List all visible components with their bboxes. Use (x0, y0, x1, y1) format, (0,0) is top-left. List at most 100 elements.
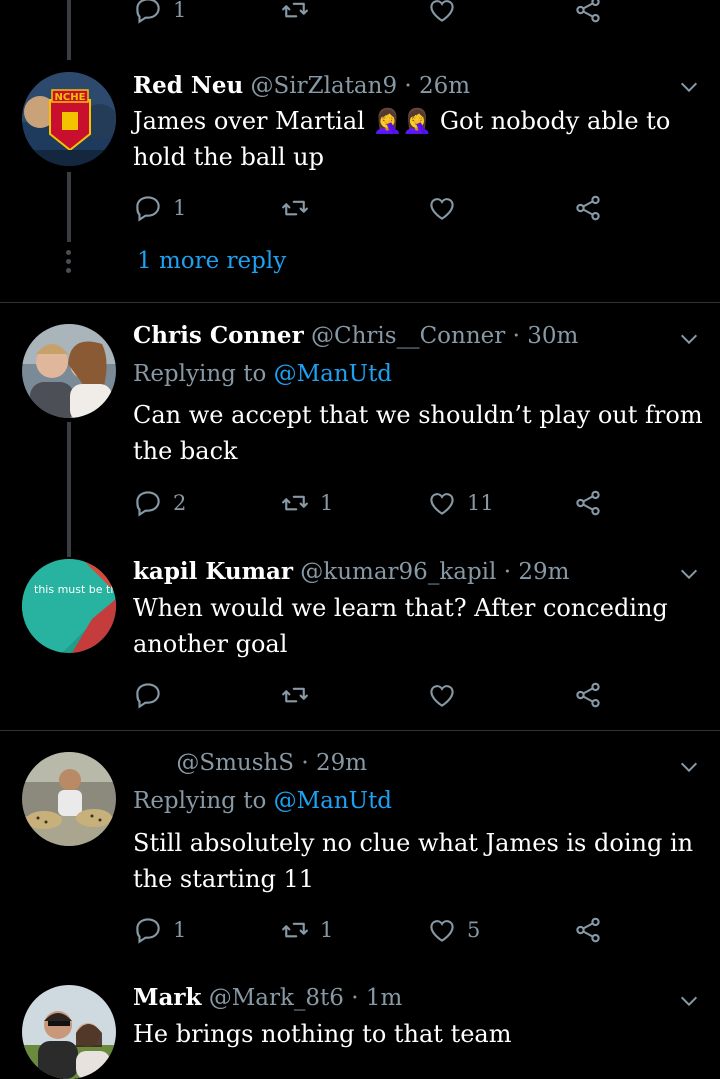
tweet-text: Can we accept that we shouldn’t play out… (133, 401, 703, 465)
retweet-button[interactable] (280, 677, 320, 713)
tweet-actions (133, 677, 613, 713)
chevron-down-icon[interactable] (678, 990, 700, 1012)
replying-to-handle[interactable]: @ManUtd (274, 788, 392, 814)
avatar[interactable] (22, 324, 116, 418)
share-icon (576, 682, 600, 708)
tweet-actions: 1 (133, 0, 613, 36)
separator-dot: · (404, 73, 412, 99)
like-button[interactable]: 11 (427, 485, 494, 521)
reply-icon (136, 196, 160, 222)
like-icon (430, 685, 454, 707)
like-count: 11 (467, 491, 494, 515)
username[interactable]: @Chris__Conner (311, 323, 505, 349)
thread-connector (67, 0, 71, 60)
share-button[interactable] (573, 912, 603, 948)
replying-to-label: Replying to (133, 788, 267, 814)
svg-text:NCHE: NCHE (55, 92, 86, 103)
tweet-header: kapil Kumar @kumar96_kapil · 29m (133, 558, 569, 585)
username[interactable]: @kumar96_kapil (300, 559, 496, 585)
separator-dot: · (301, 750, 309, 776)
tweet-text: He brings nothing to that team (133, 1020, 512, 1048)
reply-icon (136, 683, 160, 709)
avatar-text: this must be the place (34, 583, 116, 596)
username[interactable]: @Mark_8t6 (209, 985, 344, 1011)
replying-to: Replying to @ManUtd (133, 788, 392, 814)
retweet-count: 1 (320, 491, 334, 515)
username[interactable]: @SirZlatan9 (251, 73, 398, 99)
tweet-actions: 1 (133, 190, 613, 226)
reply-icon (136, 491, 160, 517)
retweet-icon (282, 200, 308, 216)
retweet-count: 1 (320, 918, 334, 942)
share-icon (576, 917, 600, 943)
replying-to-label: Replying to (133, 361, 267, 387)
separator-dot: · (512, 323, 520, 349)
reply-button[interactable]: 1 (133, 190, 186, 226)
retweet-button[interactable]: 1 (280, 485, 333, 521)
avatar[interactable] (22, 752, 116, 846)
avatar[interactable]: NCHE (22, 72, 116, 166)
reply-count: 1 (173, 0, 187, 22)
show-more-replies-link[interactable]: 1 more reply (137, 248, 286, 274)
like-icon (430, 493, 454, 515)
like-button[interactable] (427, 677, 467, 713)
reply-count: 1 (173, 918, 187, 942)
like-button[interactable] (427, 0, 457, 28)
share-icon (576, 0, 600, 23)
like-button[interactable]: 5 (427, 912, 480, 948)
avatar[interactable]: this must be the place (22, 559, 116, 653)
retweet-button[interactable]: 1 (280, 912, 333, 948)
timestamp[interactable]: 29m (316, 750, 367, 776)
separator-dot: · (503, 559, 512, 585)
reply-button[interactable] (133, 677, 173, 713)
avatar[interactable] (22, 985, 116, 1079)
timestamp[interactable]: 26m (419, 73, 470, 99)
retweet-icon (282, 922, 308, 938)
share-icon (576, 195, 600, 221)
divider (0, 302, 720, 303)
tweet-text: James over Martial 🤦‍♀️🤦‍♀️ Got nobody a… (133, 107, 671, 171)
tweet-header: @SmushS · 29m (133, 750, 367, 776)
reply-button[interactable]: 1 (133, 0, 186, 28)
reply-button[interactable]: 2 (133, 485, 186, 521)
reply-icon (136, 0, 160, 24)
username[interactable]: @SmushS (176, 750, 294, 776)
reply-icon (136, 918, 160, 944)
tweet-header: Mark @Mark_8t6 · 1m (133, 984, 402, 1011)
thread-connector (67, 172, 71, 242)
retweet-button[interactable] (280, 0, 310, 28)
like-icon (430, 920, 454, 942)
tweet-header: Red Neu @SirZlatan9 · 26m (133, 72, 470, 99)
thread-connector (67, 422, 71, 557)
display-name[interactable]: Red Neu (133, 72, 243, 99)
share-button[interactable] (573, 0, 603, 28)
chevron-down-icon[interactable] (678, 756, 700, 778)
retweet-icon (282, 687, 308, 703)
retweet-button[interactable] (280, 190, 320, 226)
chevron-down-icon[interactable] (678, 328, 700, 350)
replying-to-handle[interactable]: @ManUtd (274, 361, 392, 387)
replying-to: Replying to @ManUtd (133, 361, 392, 387)
timestamp[interactable]: 1m (366, 985, 402, 1011)
thread-dots (66, 250, 72, 277)
chevron-down-icon[interactable] (678, 76, 700, 98)
reply-button[interactable]: 1 (133, 912, 186, 948)
timestamp[interactable]: 30m (527, 323, 578, 349)
share-button[interactable] (573, 485, 603, 521)
share-button[interactable] (573, 190, 603, 226)
tweet-header: Chris Conner @Chris__Conner · 30m (133, 322, 578, 349)
reply-count: 1 (173, 196, 187, 220)
retweet-icon (282, 495, 308, 511)
chevron-down-icon[interactable] (678, 563, 700, 585)
display-name[interactable]: Chris Conner (133, 322, 304, 349)
display-name[interactable]: kapil Kumar (133, 558, 293, 585)
retweet-icon (282, 2, 308, 18)
like-button[interactable] (427, 190, 467, 226)
tweet-actions: 2 1 11 (133, 485, 613, 521)
timestamp[interactable]: 29m (518, 559, 569, 585)
share-button[interactable] (573, 677, 603, 713)
tweet-actions: 1 1 5 (133, 912, 613, 948)
tweet-text: Still absolutely no clue what James is d… (133, 829, 694, 893)
display-name[interactable]: Mark (133, 984, 201, 1011)
share-icon (576, 490, 600, 516)
